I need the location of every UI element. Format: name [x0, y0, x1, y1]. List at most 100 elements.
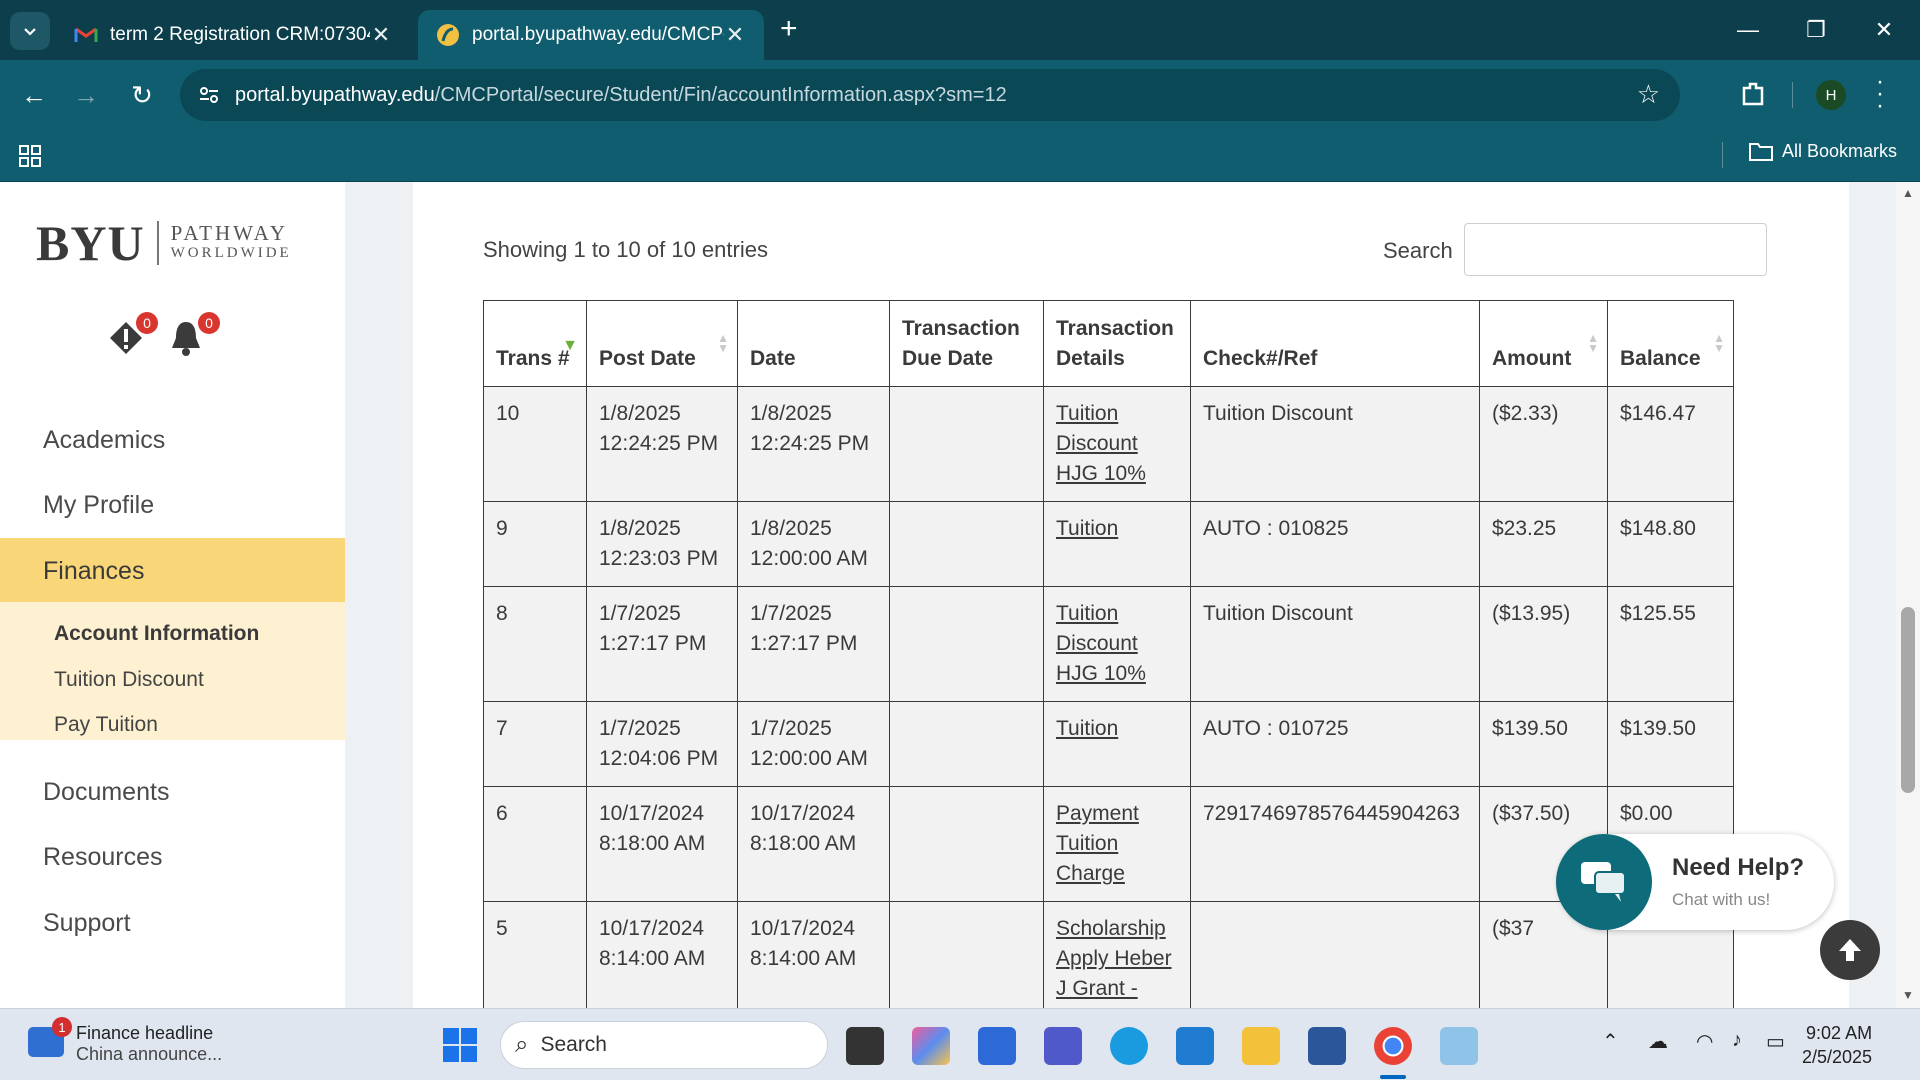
windows-taskbar: 1 Finance headline China announce... ⌕ S…	[0, 1008, 1920, 1080]
tab-portal[interactable]: portal.byupathway.edu/CMCPor ✕	[418, 10, 764, 60]
windows-start-icon[interactable]	[442, 1027, 478, 1063]
toolbar-divider	[1792, 82, 1793, 108]
byu-pathway-logo[interactable]: BYU PATHWAY WORLDWIDE	[36, 214, 292, 272]
details-link[interactable]: Scholarship Apply Heber J Grant - 50%	[1056, 917, 1172, 1008]
alerts-button[interactable]: 0	[106, 312, 158, 364]
logo-pathway: PATHWAY	[170, 221, 289, 245]
cell-post-date: 10/17/2024 8:18:00 AM	[586, 786, 738, 902]
scroll-to-top-button[interactable]	[1820, 920, 1880, 980]
col-amount[interactable]: Amount ▲ ▼	[1479, 300, 1608, 387]
profile-avatar[interactable]: H	[1816, 80, 1846, 110]
cell-post-date: 1/8/2025 12:23:03 PM	[586, 501, 738, 587]
wifi-icon[interactable]: ◠	[1696, 1029, 1713, 1054]
help-title: Need Help?	[1672, 854, 1805, 881]
copilot-icon[interactable]	[912, 1027, 950, 1065]
sort-icon: ▲ ▼	[1587, 331, 1599, 355]
minimize-icon[interactable]: —	[1718, 10, 1778, 50]
clock[interactable]: 9:02 AM 2/5/2025	[1802, 1021, 1872, 1069]
nav-support[interactable]: Support	[0, 909, 345, 938]
reload-icon[interactable]: ↻	[124, 77, 160, 113]
table-row: 7 1/7/2025 12:04:06 PM 1/7/2025 12:00:00…	[483, 701, 1734, 787]
notifications-button[interactable]: 0	[168, 312, 220, 364]
col-date-label: Date	[750, 347, 796, 370]
address-bar[interactable]: portal.byupathway.edu/CMCPortal/secure/S…	[180, 69, 1680, 121]
nav-finances[interactable]: Finances	[0, 538, 345, 604]
subnav-pay-tuition[interactable]: Pay Tuition	[54, 713, 158, 737]
close-window-icon[interactable]: ✕	[1854, 10, 1914, 50]
extensions-icon[interactable]	[1740, 80, 1768, 108]
battery-icon[interactable]: ▭	[1766, 1029, 1785, 1054]
details-link[interactable]: Tuition Discount HJG 10%	[1056, 402, 1146, 485]
teams-icon[interactable]	[1044, 1027, 1082, 1065]
details-link[interactable]: Tuition	[1056, 717, 1118, 740]
tab-gmail[interactable]: term 2 Registration CRM:07304 ✕	[56, 10, 410, 60]
chrome-icon[interactable]	[1374, 1027, 1412, 1065]
file-explorer-icon[interactable]	[1242, 1027, 1280, 1065]
details-link[interactable]: Tuition	[1056, 517, 1118, 540]
col-check-ref[interactable]: Check#/Ref	[1190, 300, 1480, 387]
page-scrollbar[interactable]: ▲ ▼	[1896, 182, 1920, 1008]
col-date[interactable]: Date	[737, 300, 890, 387]
paint-icon[interactable]	[1440, 1027, 1478, 1065]
new-tab-plus-icon[interactable]: +	[780, 12, 798, 46]
nav-academics[interactable]: Academics	[0, 426, 345, 455]
volume-icon[interactable]: ♪	[1732, 1029, 1742, 1052]
cell-trans: 9	[483, 501, 587, 587]
tab-close-icon[interactable]: ✕	[724, 22, 746, 48]
bookmark-star-icon[interactable]: ☆	[1637, 79, 1660, 110]
cell-ref: AUTO : 010725	[1190, 701, 1480, 787]
onedrive-icon[interactable]: ☁	[1648, 1029, 1668, 1054]
details-link[interactable]: Tuition Discount HJG 10%	[1056, 602, 1146, 685]
details-link[interactable]: Payment Tuition Charge	[1056, 802, 1139, 885]
all-bookmarks-button[interactable]: All Bookmarks	[1748, 140, 1897, 162]
subnav-tuition-discount[interactable]: Tuition Discount	[54, 668, 204, 692]
tab-close-icon[interactable]: ✕	[370, 22, 392, 48]
cell-post-date: 1/7/2025 12:04:06 PM	[586, 701, 738, 787]
url-text: portal.byupathway.edu/CMCPortal/secure/S…	[235, 84, 1007, 107]
taskbar-search[interactable]: ⌕ Search	[500, 1021, 828, 1069]
site-info-icon[interactable]	[198, 84, 220, 106]
nav-documents[interactable]: Documents	[0, 778, 345, 807]
scroll-up-icon[interactable]: ▲	[1902, 186, 1914, 200]
subnav-account-information[interactable]: Account Information	[54, 622, 259, 646]
word-icon[interactable]	[1308, 1027, 1346, 1065]
news-widget[interactable]: 1 Finance headline China announce...	[28, 1017, 222, 1065]
apps-grid-icon[interactable]	[18, 144, 42, 168]
col-trans[interactable]: Trans # ▼	[483, 300, 587, 387]
search-input[interactable]	[1464, 223, 1767, 276]
chevron-up-icon[interactable]: ⌃	[1602, 1029, 1619, 1054]
menu-kebab-icon[interactable]: · · ·	[1876, 70, 1884, 118]
url-host: portal.byupathway.edu	[235, 83, 435, 106]
scrollbar-thumb[interactable]	[1901, 607, 1915, 793]
vscode-icon[interactable]	[1176, 1027, 1214, 1065]
col-balance[interactable]: Balance ▲ ▼	[1607, 300, 1734, 387]
col-due-date-label: Transaction Due Date	[902, 317, 1020, 370]
tab-search-button[interactable]	[10, 12, 50, 50]
col-details[interactable]: Transaction Details	[1043, 300, 1191, 387]
page-viewport: BYU PATHWAY WORLDWIDE 0 0 Academics My P…	[0, 182, 1920, 1008]
gmail-icon	[74, 27, 98, 42]
nav-my-profile[interactable]: My Profile	[0, 491, 345, 520]
forward-arrow-icon[interactable]: →	[68, 77, 104, 113]
col-trans-label: Trans #	[496, 347, 570, 370]
bookmarks-bar: All Bookmarks	[0, 130, 1920, 182]
scroll-down-icon[interactable]: ▼	[1902, 988, 1914, 1002]
cell-trans: 7	[483, 701, 587, 787]
task-view-icon[interactable]	[846, 1027, 884, 1065]
edge-icon[interactable]	[1110, 1027, 1148, 1065]
restore-icon[interactable]: ❐	[1786, 10, 1846, 50]
microsoft-store-icon[interactable]	[978, 1027, 1016, 1065]
col-due-date[interactable]: Transaction Due Date	[889, 300, 1044, 387]
col-post-date[interactable]: Post Date ▲ ▼	[586, 300, 738, 387]
need-help-chat-widget[interactable]: Need Help? Chat with us!	[1556, 834, 1834, 930]
back-arrow-icon[interactable]: ←	[16, 77, 52, 113]
notification-count-badge: 0	[198, 312, 220, 334]
all-bookmarks-label: All Bookmarks	[1782, 140, 1898, 161]
news-badge: 1	[52, 1017, 72, 1037]
cell-due-date	[889, 386, 1044, 502]
search-icon: ⌕	[515, 1031, 529, 1058]
chevron-down-icon	[24, 28, 36, 36]
nav-resources[interactable]: Resources	[0, 843, 345, 872]
cell-balance: $139.50	[1607, 701, 1734, 787]
cell-date: 10/17/2024 8:18:00 AM	[737, 786, 890, 902]
